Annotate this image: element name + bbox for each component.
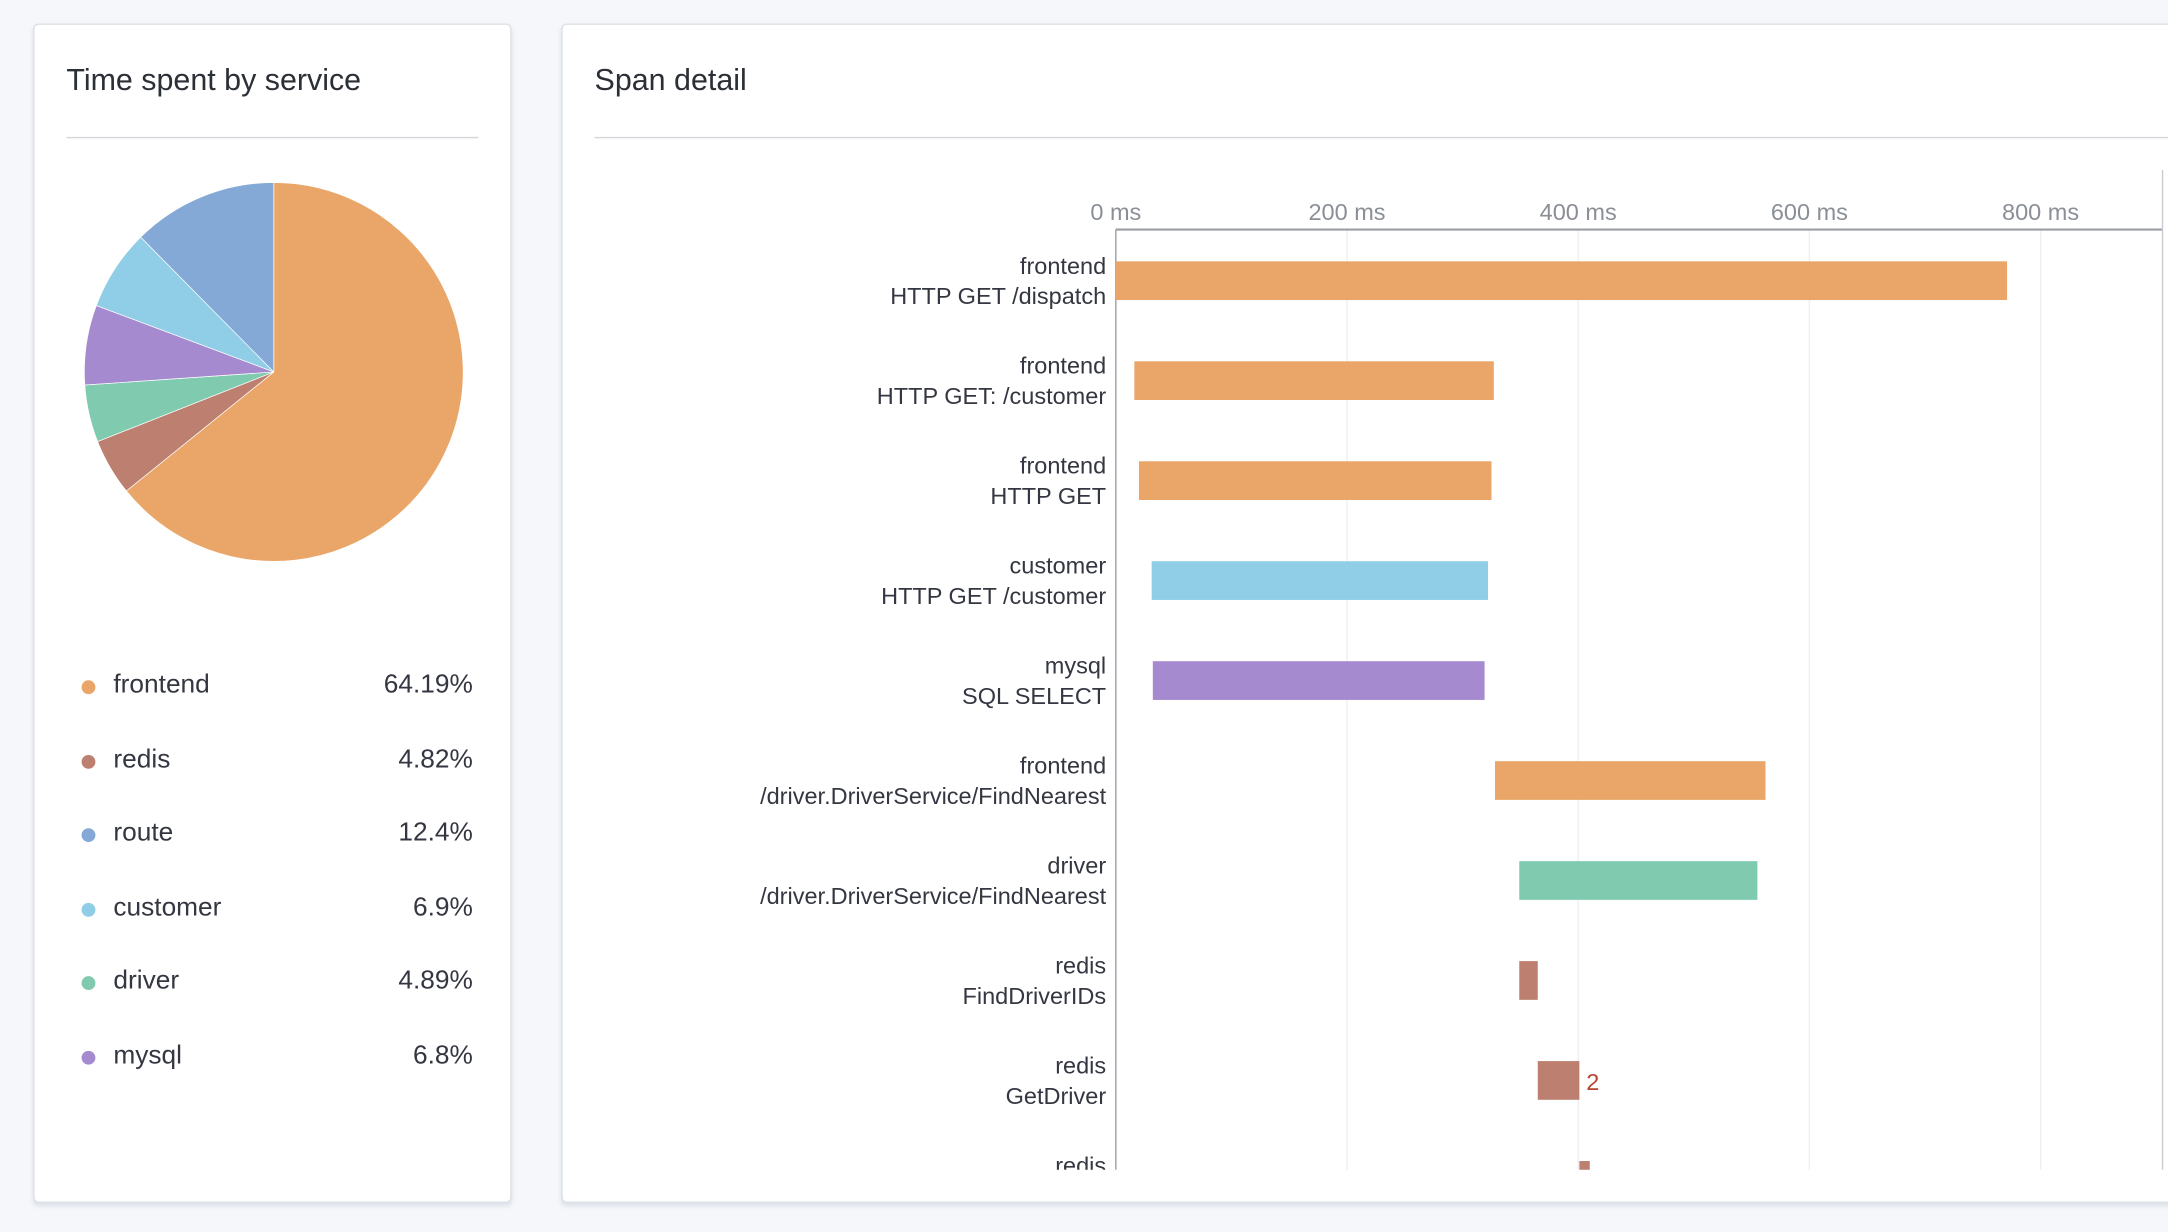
row-service-label: redis — [1055, 1053, 1106, 1079]
time-by-service-panel: Time spent by service frontend 64.19% redi… — [33, 23, 512, 1203]
legend-value: 4.82% — [398, 744, 473, 774]
row-service-label: driver — [1047, 853, 1106, 879]
legend-value: 6.8% — [412, 1040, 473, 1070]
row-service-label: mysql — [1045, 653, 1106, 679]
row-operation-label: HTTP GET: /customer — [877, 383, 1107, 409]
x-tick-label: 200 ms — [1308, 199, 1385, 225]
row-service-label: frontend — [1020, 253, 1106, 279]
row-operation-label: HTTP GET — [990, 483, 1106, 509]
span-detail-chart: 0 ms 200 ms 400 ms 600 ms 800 ms frontend HTTP… — [760, 170, 2164, 1172]
legend-value: 12.4% — [398, 818, 473, 848]
legend-label: driver — [113, 966, 180, 996]
legend-item-route[interactable]: route 12.4% — [81, 818, 473, 852]
legend-item-mysql[interactable]: mysql 6.8% — [81, 1040, 473, 1073]
span-bar-redis[interactable] — [1579, 1161, 1590, 1172]
legend-item-frontend[interactable]: frontend 64.19% — [81, 670, 473, 704]
legend-value: 64.19% — [383, 670, 473, 700]
x-tick-label: 600 ms — [1771, 199, 1848, 225]
span-bar-redis[interactable] — [1537, 1061, 1580, 1100]
x-tick-label: 0 ms — [1090, 199, 1141, 225]
legend-value: 4.89% — [398, 966, 473, 996]
span-bar-frontend[interactable] — [1115, 261, 2008, 301]
legend-label: route — [113, 818, 174, 848]
row-operation-label: HTTP GET /dispatch — [890, 283, 1106, 309]
span-bar-frontend[interactable] — [1494, 761, 1766, 800]
legend-label: redis — [113, 744, 171, 774]
span-bar-frontend[interactable] — [1138, 461, 1492, 500]
row-operation-label: /driver.DriverService/FindNearest — [760, 783, 1107, 809]
row-operation-label: GetDriver — [1006, 1083, 1107, 1109]
row-operation-label: SQL SELECT — [962, 683, 1106, 709]
legend-label: mysql — [113, 1040, 182, 1070]
span-bar-redis[interactable] — [1519, 961, 1538, 1000]
legend-item-driver[interactable]: driver 4.89% — [81, 966, 473, 1000]
span-bar-mysql[interactable] — [1152, 661, 1485, 700]
legend-label: frontend — [113, 670, 210, 700]
legend-item-redis[interactable]: redis 4.82% — [81, 744, 473, 778]
span-bar-frontend[interactable] — [1134, 361, 1494, 401]
legend-label: customer — [113, 892, 222, 922]
row-operation-label: /driver.DriverService/FindNearest — [760, 883, 1107, 909]
span-detail-panel: Span detail 0 ms 200 ms 400 ms 600 ms 800 ms… — [561, 23, 2168, 1203]
legend-item-customer[interactable]: customer 6.9% — [81, 892, 473, 926]
row-operation-label: FindDriverIDs — [963, 983, 1107, 1009]
row-service-label: customer — [1010, 553, 1107, 579]
x-tick-label: 400 ms — [1540, 199, 1617, 225]
legend-dot — [81, 680, 96, 695]
row-service-label: frontend — [1020, 453, 1106, 479]
legend-value: 6.9% — [412, 892, 473, 922]
service-pie-chart — [84, 182, 464, 562]
span-bar-customer[interactable] — [1151, 561, 1489, 600]
row-service-label: frontend — [1020, 353, 1106, 379]
legend-dot — [81, 1050, 96, 1064]
row-service-label: frontend — [1020, 753, 1106, 779]
legend-dot — [81, 976, 96, 991]
span-annotation: 2 — [1586, 1069, 1599, 1095]
row-service-label: redis — [1055, 1152, 1106, 1172]
legend-dot — [81, 902, 96, 917]
row-operation-label: HTTP GET /customer — [881, 583, 1106, 609]
legend-dot — [81, 754, 96, 769]
x-tick-label: 800 ms — [2002, 199, 2079, 225]
span-bar-driver[interactable] — [1519, 861, 1758, 900]
row-service-label: redis — [1055, 953, 1106, 979]
legend-dot — [81, 828, 96, 843]
